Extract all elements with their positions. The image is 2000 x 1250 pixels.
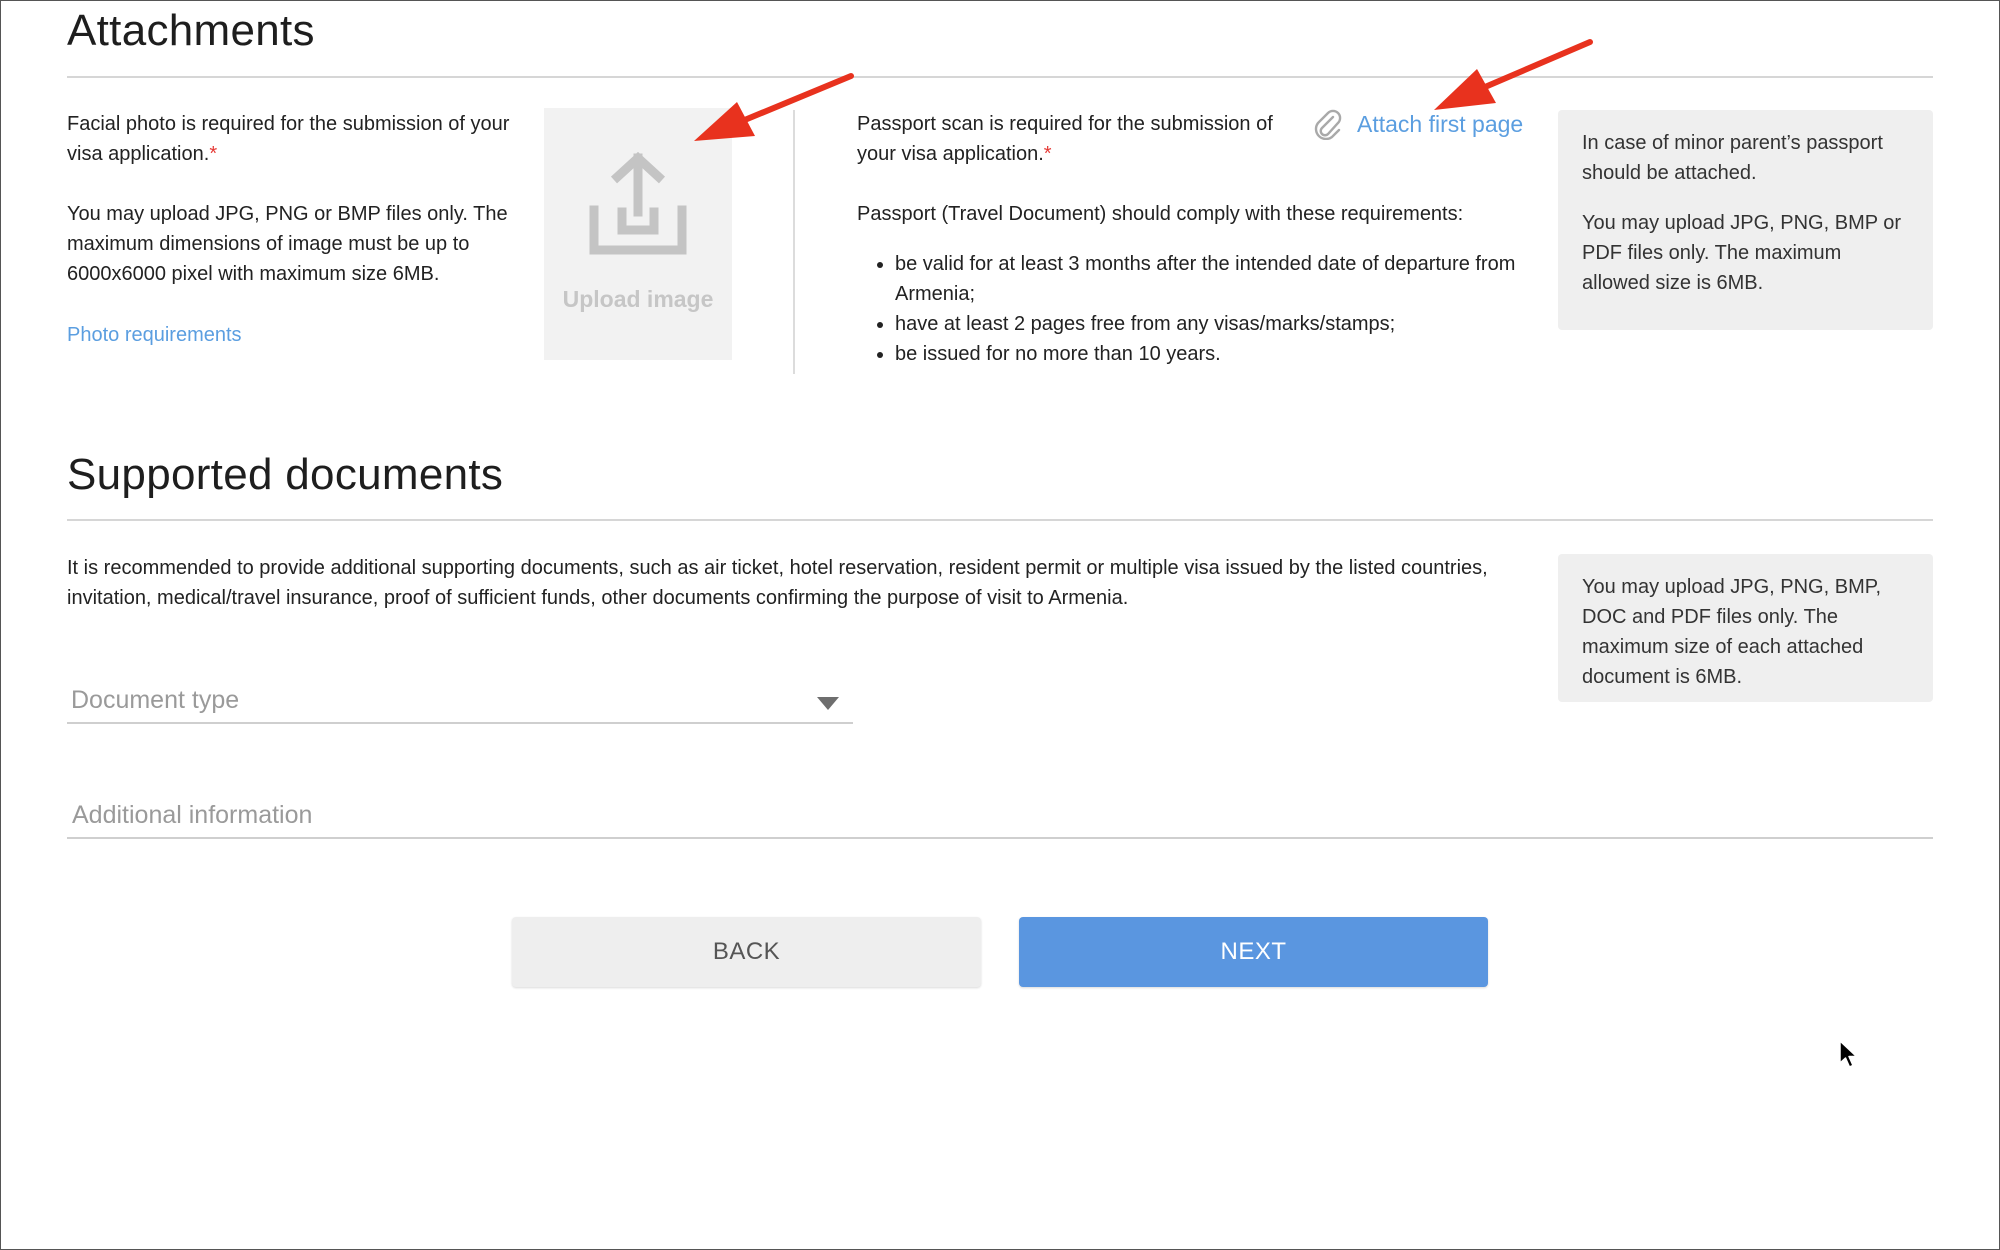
photo-formats-text: You may upload JPG, PNG or BMP files onl…	[67, 203, 508, 285]
attachments-title: Attachments	[67, 6, 315, 55]
required-marker: *	[209, 143, 218, 165]
paperclip-icon	[1314, 109, 1342, 140]
passport-required-text: Passport scan is required for the submis…	[857, 113, 1273, 165]
attachments-divider	[67, 76, 1933, 78]
photo-requirements-link[interactable]: Photo requirements	[67, 320, 242, 350]
document-type-select[interactable]: Document type	[67, 680, 853, 724]
chevron-down-icon	[817, 697, 839, 710]
info-text: You may upload JPG, PNG, BMP or PDF file…	[1582, 212, 1902, 294]
required-marker: *	[1043, 143, 1052, 165]
upload-icon	[589, 151, 687, 255]
column-divider	[793, 110, 795, 374]
photo-required-text: Facial photo is required for the submiss…	[67, 113, 510, 165]
field-underline	[67, 837, 1933, 839]
additional-information-field[interactable]: Additional information	[67, 796, 1933, 840]
document-type-placeholder: Document type	[71, 686, 240, 714]
info-text: In case of minor parent’s passport shoul…	[1582, 132, 1883, 184]
list-item: be valid for at least 3 months after the…	[895, 249, 1555, 309]
list-item: have at least 2 pages free from any visa…	[895, 309, 1555, 339]
select-underline	[67, 722, 853, 724]
attach-first-page-label: Attach first page	[1357, 110, 1524, 137]
supported-info-box: You may upload JPG, PNG, BMP, DOC and PD…	[1558, 554, 1933, 702]
supported-documents-title: Supported documents	[67, 450, 504, 499]
next-button[interactable]: NEXT	[1019, 917, 1488, 987]
attach-first-page-link[interactable]: Attach first page	[1313, 108, 1523, 140]
passport-info-box: In case of minor parent’s passport shoul…	[1558, 110, 1933, 330]
supported-description: It is recommended to provide additional …	[67, 557, 1488, 609]
back-button[interactable]: BACK	[512, 917, 981, 987]
upload-image-button[interactable]: Upload image	[544, 108, 732, 360]
passport-comply-text: Passport (Travel Document) should comply…	[857, 203, 1464, 225]
supported-divider	[67, 519, 1933, 521]
passport-requirements-list: be valid for at least 3 months after the…	[857, 249, 1555, 369]
info-text: You may upload JPG, PNG, BMP, DOC and PD…	[1582, 576, 1882, 688]
additional-information-placeholder: Additional information	[72, 801, 313, 829]
list-item: be issued for no more than 10 years.	[895, 339, 1555, 369]
upload-image-label: Upload image	[562, 286, 714, 312]
mouse-cursor-icon	[1839, 1040, 1858, 1068]
